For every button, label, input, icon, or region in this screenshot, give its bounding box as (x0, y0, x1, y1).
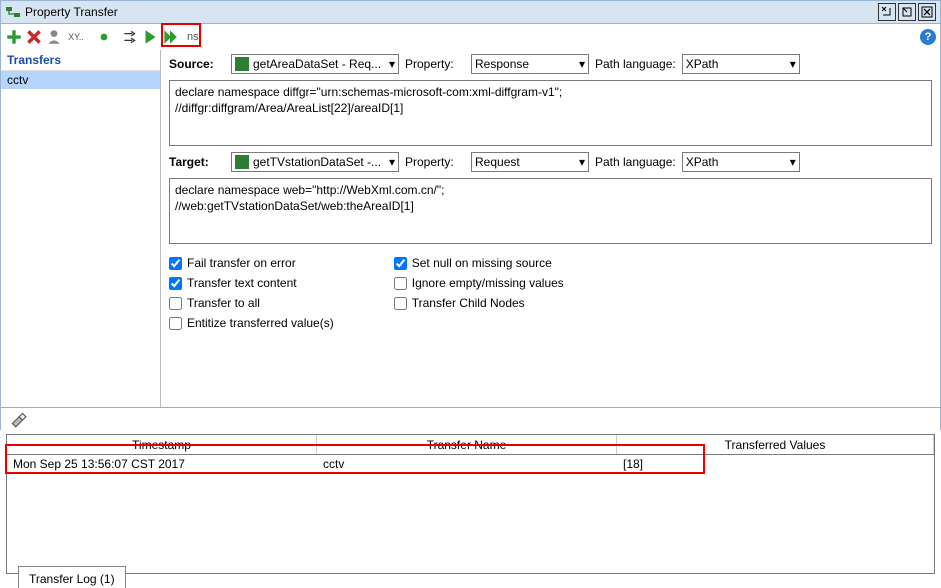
results-header: Timestamp Transfer Name Transferred Valu… (7, 435, 934, 455)
results-table: Timestamp Transfer Name Transferred Valu… (6, 434, 935, 574)
table-row[interactable]: Mon Sep 25 13:56:07 CST 2017 cctv [18] (7, 455, 934, 473)
target-property-label: Property: (405, 155, 465, 169)
close-button[interactable] (918, 3, 936, 21)
source-path-input[interactable] (169, 80, 932, 146)
config-panel: Source: getAreaDataSet - Req... ▾ Proper… (161, 50, 940, 407)
target-pathlang-value: XPath (686, 155, 786, 169)
source-property-combo[interactable]: Response ▾ (471, 54, 589, 74)
transfer-item[interactable]: cctv (1, 71, 160, 89)
chevron-down-icon: ▾ (389, 155, 395, 169)
cell-name: cctv (317, 457, 617, 471)
check-text-content[interactable]: Transfer text content (169, 276, 334, 290)
rename-button[interactable]: XY.. (65, 28, 87, 46)
main-panel: Transfers cctv Source: getAreaDataSet - … (0, 50, 941, 408)
transfers-list[interactable]: cctv (1, 71, 160, 407)
toolbar: XY.. ns: ? (0, 24, 941, 50)
cell-timestamp: Mon Sep 25 13:56:07 CST 2017 (7, 457, 317, 471)
status-dot-icon (95, 28, 113, 46)
check-entitize[interactable]: Entitize transferred value(s) (169, 316, 334, 330)
check-ignore-empty[interactable]: Ignore empty/missing values (394, 276, 564, 290)
target-property-combo[interactable]: Request ▾ (471, 152, 589, 172)
run-all-button[interactable] (161, 28, 179, 46)
checkbox[interactable] (169, 277, 182, 290)
source-pathlang-label: Path language: (595, 57, 676, 71)
target-row: Target: getTVstationDataSet -... ▾ Prope… (169, 152, 932, 172)
app-icon (5, 4, 21, 20)
minimize-button[interactable] (878, 3, 896, 21)
checkbox[interactable] (394, 297, 407, 310)
checkbox[interactable] (394, 277, 407, 290)
chevron-down-icon: ▾ (389, 57, 395, 71)
delete-button[interactable] (25, 28, 43, 46)
check-to-all[interactable]: Transfer to all (169, 296, 334, 310)
source-pathlang-combo[interactable]: XPath ▾ (682, 54, 800, 74)
source-property-label: Property: (405, 57, 465, 71)
run-button[interactable] (141, 28, 159, 46)
source-row: Source: getAreaDataSet - Req... ▾ Proper… (169, 54, 932, 74)
check-set-null[interactable]: Set null on missing source (394, 256, 564, 270)
target-step-value: getTVstationDataSet -... (253, 155, 385, 169)
cell-values: [18] (617, 457, 934, 471)
checkbox[interactable] (169, 317, 182, 330)
source-step-value: getAreaDataSet - Req... (253, 57, 385, 71)
clone-button[interactable] (45, 28, 63, 46)
col-transferred-values[interactable]: Transferred Values (617, 435, 934, 454)
transfer-icon[interactable] (121, 28, 139, 46)
chevron-down-icon: ▾ (790, 155, 796, 169)
col-timestamp[interactable]: Timestamp (7, 435, 317, 454)
source-label: Source: (169, 57, 225, 71)
checkbox[interactable] (169, 297, 182, 310)
maximize-button[interactable] (898, 3, 916, 21)
transfer-log-label: Transfer Log (1) (29, 572, 115, 586)
add-button[interactable] (5, 28, 23, 46)
step-icon (235, 155, 249, 169)
checkbox[interactable] (394, 257, 407, 270)
log-toolbar (0, 408, 941, 430)
source-step-combo[interactable]: getAreaDataSet - Req... ▾ (231, 54, 399, 74)
col-transfer-name[interactable]: Transfer Name (317, 435, 617, 454)
source-property-value: Response (475, 57, 575, 71)
step-icon (235, 57, 249, 71)
transfers-panel: Transfers cctv (1, 50, 161, 407)
chevron-down-icon: ▾ (579, 57, 585, 71)
chevron-down-icon: ▾ (579, 155, 585, 169)
check-child-nodes[interactable]: Transfer Child Nodes (394, 296, 564, 310)
transfers-header: Transfers (1, 50, 160, 71)
clear-log-button[interactable] (9, 410, 27, 428)
window-title: Property Transfer (25, 5, 118, 19)
target-pathlang-label: Path language: (595, 155, 676, 169)
target-pathlang-combo[interactable]: XPath ▾ (682, 152, 800, 172)
target-path-input[interactable] (169, 178, 932, 244)
help-icon[interactable]: ? (920, 29, 936, 45)
target-step-combo[interactable]: getTVstationDataSet -... ▾ (231, 152, 399, 172)
target-property-value: Request (475, 155, 575, 169)
target-label: Target: (169, 155, 225, 169)
transfer-log-tab[interactable]: Transfer Log (1) (18, 566, 126, 588)
source-pathlang-value: XPath (686, 57, 786, 71)
titlebar: Property Transfer (0, 0, 941, 24)
checkbox[interactable] (169, 257, 182, 270)
ns-label: ns: (187, 31, 202, 43)
options-checks: Fail transfer on error Transfer text con… (169, 256, 932, 330)
chevron-down-icon: ▾ (790, 57, 796, 71)
check-fail-on-error[interactable]: Fail transfer on error (169, 256, 334, 270)
